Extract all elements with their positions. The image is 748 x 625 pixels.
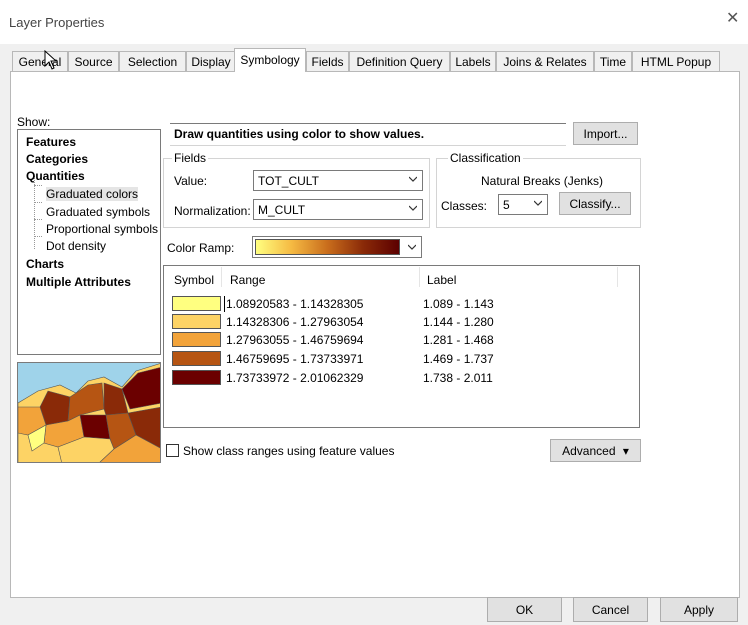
renderer-tree[interactable]: Features Categories Quantities Graduated…: [17, 129, 161, 355]
color-ramp-label: Color Ramp:: [167, 241, 235, 255]
chevron-down-icon: [409, 205, 417, 211]
column-header-symbol[interactable]: Symbol: [174, 273, 214, 287]
column-header-label[interactable]: Label: [427, 273, 456, 287]
classification-method: Natural Breaks (Jenks): [481, 174, 604, 188]
window-title: Layer Properties: [9, 15, 105, 30]
value-field-select[interactable]: TOT_CULT: [253, 170, 423, 191]
apply-button[interactable]: Apply: [660, 597, 738, 622]
class-symbol-swatch[interactable]: [172, 332, 221, 347]
chevron-down-icon: [534, 200, 542, 206]
advanced-button-label: Advanced: [562, 444, 616, 458]
class-label[interactable]: 1.089 - 1.143: [423, 297, 494, 311]
tree-charts[interactable]: Charts: [26, 257, 64, 271]
tab-strip: General Source Selection Display Symbolo…: [10, 48, 740, 72]
fields-group-title: Fields: [172, 151, 209, 165]
map-preview-image: [18, 363, 160, 462]
class-symbol-swatch[interactable]: [172, 314, 221, 329]
chevron-down-icon: [408, 244, 416, 250]
tab-symbology[interactable]: Symbology: [234, 48, 306, 72]
normalization-label: Normalization:: [174, 204, 251, 218]
classes-select[interactable]: 5: [498, 194, 548, 215]
class-range[interactable]: 1.14328306 - 1.27963054: [226, 315, 363, 329]
dropdown-arrow-icon: ▾: [622, 444, 629, 458]
title-bar: [0, 0, 748, 44]
tree-graduated-colors[interactable]: Graduated colors: [46, 187, 139, 201]
chevron-down-icon: [409, 176, 417, 182]
tree-graduated-colors-label: Graduated colors: [46, 187, 139, 201]
tab-general[interactable]: General: [12, 51, 68, 71]
tree-graduated-symbols[interactable]: Graduated symbols: [46, 205, 150, 219]
normalization-field-select[interactable]: M_CULT: [253, 199, 423, 220]
classification-group-title: Classification: [448, 151, 523, 165]
show-class-ranges-checkbox[interactable]: [166, 444, 179, 457]
tab-selection[interactable]: Selection: [119, 51, 186, 71]
tree-features[interactable]: Features: [26, 135, 76, 149]
tree-categories[interactable]: Categories: [26, 152, 88, 166]
class-range[interactable]: 1.73733972 - 2.01062329: [226, 371, 363, 385]
renderer-preview-map: [17, 362, 161, 463]
ok-button[interactable]: OK: [487, 597, 562, 622]
show-class-ranges-label: Show class ranges using feature values: [183, 444, 395, 458]
tree-dot-density[interactable]: Dot density: [46, 239, 106, 253]
value-label: Value:: [174, 174, 208, 188]
class-label[interactable]: 1.281 - 1.468: [423, 333, 494, 347]
class-symbol-swatch[interactable]: [172, 351, 221, 366]
class-range[interactable]: 1.27963055 - 1.46759694: [226, 333, 363, 347]
tree-multiple-attributes[interactable]: Multiple Attributes: [26, 275, 131, 289]
tab-definition-query[interactable]: Definition Query: [349, 51, 450, 71]
class-symbol-swatch[interactable]: [172, 370, 221, 385]
tab-source[interactable]: Source: [68, 51, 119, 71]
class-label[interactable]: 1.469 - 1.737: [423, 352, 494, 366]
column-header-range[interactable]: Range: [230, 273, 265, 287]
tab-time[interactable]: Time: [594, 51, 632, 71]
tab-fields[interactable]: Fields: [306, 51, 349, 71]
renderer-description: Draw quantities using color to show valu…: [174, 127, 425, 141]
tree-quantities[interactable]: Quantities: [26, 169, 85, 183]
classify-button[interactable]: Classify...: [559, 192, 631, 215]
import-button[interactable]: Import...: [573, 122, 638, 145]
close-icon[interactable]: ✕: [726, 10, 739, 28]
class-range[interactable]: 1.08920583 - 1.14328305: [226, 297, 363, 311]
class-symbol-swatch[interactable]: [172, 296, 221, 311]
classes-label: Classes:: [441, 199, 488, 213]
normalization-field-text: M_CULT: [258, 203, 306, 217]
class-label[interactable]: 1.738 - 2.011: [423, 371, 493, 385]
show-label: Show:: [17, 115, 51, 129]
tab-display[interactable]: Display: [186, 51, 236, 71]
tab-joins-relates[interactable]: Joins & Relates: [496, 51, 594, 71]
color-ramp-select[interactable]: [252, 236, 422, 258]
tree-proportional-symbols[interactable]: Proportional symbols: [46, 222, 158, 236]
tab-labels[interactable]: Labels: [450, 51, 496, 71]
mouse-cursor-icon: [44, 50, 58, 70]
color-ramp-swatch: [255, 239, 400, 255]
class-range[interactable]: 1.46759695 - 1.73733971: [226, 352, 363, 366]
class-label[interactable]: 1.144 - 1.280: [423, 315, 494, 329]
advanced-button[interactable]: Advanced ▾: [550, 439, 641, 462]
cancel-button[interactable]: Cancel: [573, 597, 648, 622]
tab-html-popup[interactable]: HTML Popup: [632, 51, 720, 71]
classes-value: 5: [503, 198, 510, 212]
value-field-text: TOT_CULT: [258, 174, 319, 188]
